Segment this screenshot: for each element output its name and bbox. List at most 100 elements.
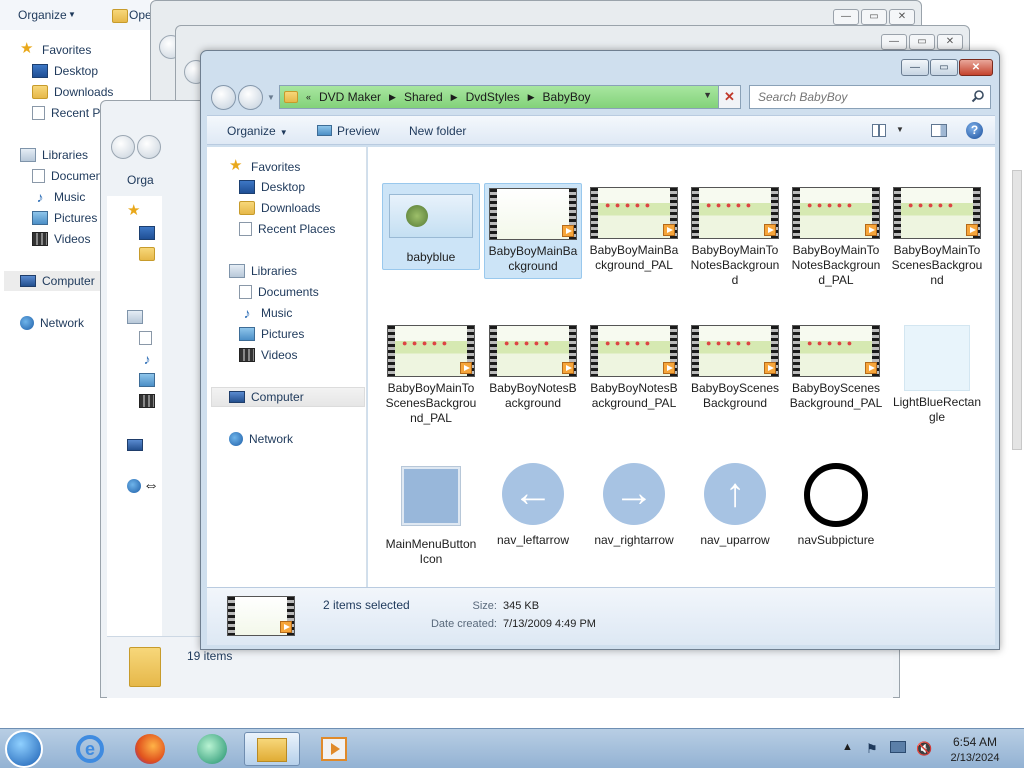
preview-button[interactable]: Preview	[317, 124, 380, 138]
nav-network[interactable]: Network	[20, 316, 84, 330]
file-item[interactable]: ↑ nav_uparrow	[686, 459, 784, 552]
minimize-button[interactable]: —	[881, 34, 907, 50]
title-bar[interactable]: — ▭ ✕	[201, 51, 999, 81]
maximize-button[interactable]: ▭	[861, 9, 887, 25]
file-name: BabyBoyNotesBackground	[489, 381, 577, 410]
nav-videos[interactable]: Videos	[239, 348, 297, 362]
nav-music[interactable]: ♪ Music	[32, 190, 86, 204]
file-item[interactable]: BabyBoyMainBackground	[484, 183, 582, 279]
back-button[interactable]	[111, 135, 135, 159]
file-item[interactable]: ● ● ● ● ● BabyBoyMainToNotesBackground	[686, 183, 784, 292]
taskbar-internet-explorer[interactable]: e	[62, 732, 118, 766]
organize-button[interactable]: Organize ▼	[227, 124, 288, 138]
preview-pane-icon[interactable]	[931, 124, 947, 137]
minimize-button[interactable]: —	[833, 9, 859, 25]
address-bar[interactable]: « DVD Maker ▶ Shared ▶ DvdStyles ▶ BabyB…	[279, 85, 741, 109]
breadcrumb-dvdstyles[interactable]: DvdStyles	[466, 90, 520, 104]
command-bar: Organize ▼ Preview New folder ▼ ?	[207, 115, 995, 145]
taskbar-firefox[interactable]	[122, 732, 178, 766]
file-item[interactable]: LightBlueRectangle	[888, 321, 986, 429]
file-item[interactable]: ● ● ● ● ● BabyBoyScenesBackground_PAL	[787, 321, 885, 415]
play-overlay-icon	[764, 362, 776, 374]
nav-recent-places[interactable]: Recent Pl	[32, 106, 103, 120]
resize-cursor-icon: ⇔	[143, 477, 159, 494]
documents-icon	[239, 285, 252, 299]
breadcrumb-separator-icon[interactable]: ▶	[389, 92, 396, 103]
file-item[interactable]: MainMenuButtonIcon	[382, 459, 480, 571]
file-item[interactable]: → nav_rightarrow	[585, 459, 683, 552]
taskbar-windows-explorer[interactable]	[244, 732, 300, 766]
maximize-button[interactable]: ▭	[930, 59, 958, 76]
nav-favorites[interactable]: ★ Favorites	[229, 158, 300, 175]
file-item[interactable]: ● ● ● ● ● BabyBoyNotesBackground	[484, 321, 582, 415]
thumbnail-decoration: ● ● ● ● ●	[807, 200, 854, 210]
back-button[interactable]	[211, 85, 236, 110]
file-name: BabyBoyMainToScenesBackground_PAL	[385, 381, 477, 425]
forward-button[interactable]	[137, 135, 161, 159]
file-item[interactable]: ● ● ● ● ● BabyBoyMainBackground_PAL	[585, 183, 683, 277]
file-item[interactable]: ● ● ● ● ● BabyBoyMainToNotesBackground_PA…	[787, 183, 885, 292]
search-input[interactable]	[749, 85, 991, 109]
nav-computer[interactable]: Computer	[20, 274, 95, 288]
nav-desktop[interactable]: Desktop	[239, 180, 305, 194]
nav-libraries[interactable]: Libraries	[20, 148, 88, 162]
nav-videos[interactable]: Videos	[32, 232, 90, 246]
nav-pictures[interactable]: Pictures	[239, 327, 304, 341]
organize-menu[interactable]: Organize	[18, 8, 67, 22]
search-icon[interactable]	[971, 89, 985, 103]
organize-menu[interactable]: Orga	[127, 173, 154, 187]
change-view-icon[interactable]	[872, 124, 886, 137]
breadcrumb-separator-icon[interactable]: ▶	[528, 92, 535, 103]
file-item[interactable]: babyblue	[382, 183, 480, 270]
scrollbar[interactable]	[1012, 170, 1022, 450]
file-item[interactable]: ● ● ● ● ● BabyBoyMainToScenesBackground	[888, 183, 986, 292]
nav-documents[interactable]: Documents	[239, 285, 319, 299]
breadcrumb-babyboy[interactable]: BabyBoy	[543, 90, 591, 104]
file-item[interactable]: navSubpicture	[787, 459, 885, 552]
file-item[interactable]: ← nav_leftarrow	[484, 459, 582, 552]
file-item[interactable]: ● ● ● ● ● BabyBoyNotesBackground_PAL	[585, 321, 683, 415]
nav-music[interactable]: ♪ Music	[239, 306, 293, 320]
stop-icon[interactable]: ✕	[718, 86, 740, 108]
new-folder-button[interactable]: New folder	[409, 124, 466, 138]
breadcrumb-separator-icon[interactable]: ▶	[451, 92, 458, 103]
file-item[interactable]: ● ● ● ● ● BabyBoyMainToScenesBackground_P…	[382, 321, 480, 430]
nav-network[interactable]: Network	[229, 432, 293, 446]
taskbar-app[interactable]	[184, 732, 240, 766]
file-name: LightBlueRectangle	[892, 395, 982, 424]
nav-computer[interactable]: Computer	[229, 390, 304, 404]
nav-downloads[interactable]: Downloads	[32, 85, 113, 99]
address-history-dropdown-icon[interactable]: ▼	[703, 90, 712, 100]
taskbar-dvd-maker[interactable]	[306, 732, 362, 766]
close-button[interactable]: ✕	[937, 34, 963, 50]
action-center-flag-icon[interactable]: ⚑	[866, 741, 880, 756]
maximize-button[interactable]: ▭	[909, 34, 935, 50]
file-item[interactable]: ● ● ● ● ● BabyBoyScenesBackground	[686, 321, 784, 415]
open-menu[interactable]: Ope	[129, 8, 152, 22]
network-status-icon[interactable]	[890, 741, 906, 753]
nav-desktop[interactable]: Desktop	[32, 64, 98, 78]
nav-recent-places[interactable]: Recent Places	[239, 222, 335, 236]
start-button[interactable]	[5, 730, 43, 768]
breadcrumb-dvd-maker[interactable]: DVD Maker	[319, 90, 381, 104]
close-button[interactable]: ✕	[889, 9, 915, 25]
network-icon	[127, 479, 141, 493]
close-button[interactable]: ✕	[959, 59, 993, 76]
nav-downloads[interactable]: Downloads	[239, 201, 320, 215]
nav-documents[interactable]: Documen	[32, 169, 102, 183]
nav-libraries[interactable]: Libraries	[229, 264, 297, 278]
chevron-down-icon[interactable]: ▼	[896, 125, 904, 134]
help-icon[interactable]: ?	[966, 122, 983, 139]
breadcrumb-shared[interactable]: Shared	[404, 90, 443, 104]
file-name: BabyBoyScenesBackground	[690, 381, 780, 410]
nav-pictures[interactable]: Pictures	[32, 211, 97, 225]
volume-muted-icon[interactable]: 🔇	[916, 741, 932, 756]
minimize-button[interactable]: —	[901, 59, 929, 76]
folder-icon	[139, 247, 155, 261]
clock[interactable]: 6:54 AM 2/13/2024	[940, 734, 1010, 766]
nav-favorites[interactable]: ★ Favorites	[20, 41, 91, 58]
forward-button[interactable]	[238, 85, 263, 110]
show-hidden-icons-icon[interactable]: ▲	[842, 741, 853, 753]
explorer-window: — ▭ ✕ ▼ « DVD Maker ▶ Shared ▶ DvdStyles…	[200, 50, 1000, 650]
recent-pages-dropdown-icon[interactable]: ▼	[267, 93, 275, 102]
